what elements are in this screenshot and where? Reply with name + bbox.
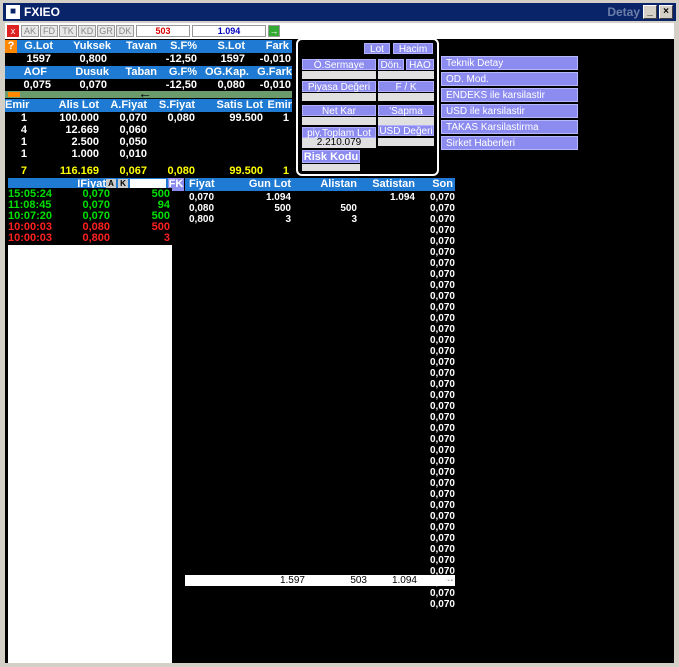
info-popup: Lot Hacim Ö.Sermaye Dön. HAO Piyasa Değe… bbox=[296, 38, 439, 176]
son-value: 0,070 bbox=[429, 401, 455, 412]
app-icon: ■ bbox=[6, 5, 20, 19]
minimize-button[interactable]: _ bbox=[643, 5, 657, 19]
son-value: 0,070 bbox=[429, 280, 455, 291]
don-button[interactable]: Dön. bbox=[378, 59, 404, 71]
trade-row: 10:00:03 0,800 3 bbox=[8, 232, 170, 244]
tab-fd[interactable]: FD bbox=[40, 25, 58, 37]
son-value: 0,070 bbox=[429, 335, 455, 346]
son-value: 0,070 bbox=[429, 544, 455, 555]
son-value: 0,070 bbox=[429, 203, 455, 214]
book-header: Fiyat Gun Lot Alistan Satistan Son bbox=[185, 178, 455, 191]
son-value: 0,070 bbox=[429, 247, 455, 258]
col-glot: G.Lot bbox=[24, 40, 53, 52]
son-value: 0,070 bbox=[429, 192, 455, 203]
son-value: 0,070 bbox=[429, 423, 455, 434]
son-value: 0,070 bbox=[429, 577, 455, 588]
trades-list: 15:05:24 0,070 500 11:08:45 0,070 94 10:07:20 0… bbox=[8, 188, 172, 663]
lot-field[interactable]: 503 bbox=[136, 25, 190, 37]
close-icon[interactable]: x bbox=[7, 25, 19, 37]
book-row: 0,080 500 500 bbox=[189, 203, 357, 214]
toolbar: x AK FD TK KD GR DK 503 1.094 → bbox=[5, 23, 674, 39]
menu-item[interactable]: Teknik Detay bbox=[441, 56, 578, 70]
col-tavan: Tavan bbox=[126, 40, 157, 52]
son-value: 0,070 bbox=[429, 511, 455, 522]
son-value: 0,070 bbox=[429, 489, 455, 500]
son-value: 0,070 bbox=[429, 434, 455, 445]
o-sermaye-button[interactable]: Ö.Sermaye bbox=[302, 59, 376, 71]
menu-item[interactable]: USD ile karsilastir bbox=[441, 104, 578, 118]
son-value: 0,070 bbox=[429, 588, 455, 599]
order-row: 1 2.500 0,050 bbox=[20, 136, 147, 148]
son-value: 0,070 bbox=[429, 500, 455, 511]
son-value: 0,070 bbox=[429, 445, 455, 456]
son-value: 0,070 bbox=[429, 291, 455, 302]
usd-degeri-button[interactable]: USD Değeri bbox=[378, 125, 434, 137]
menu-item[interactable]: TAKAS Karsilastirma bbox=[441, 120, 578, 134]
son-value: 0,070 bbox=[429, 368, 455, 379]
summary-header-1: ? G.Lot Yuksek Tavan S.F% S.Lot Fark bbox=[5, 40, 292, 53]
son-value: 0,070 bbox=[429, 357, 455, 368]
col-sf: S.F% bbox=[170, 40, 197, 52]
son-value: 0,070 bbox=[429, 346, 455, 357]
arrow-left-icon: ← bbox=[138, 85, 152, 101]
lot-button[interactable]: Lot bbox=[364, 43, 390, 55]
tab-dk[interactable]: DK bbox=[116, 25, 134, 37]
son-value: 0,070 bbox=[429, 302, 455, 313]
order-header: Emir Alis Lot A.Fiyat S.Fiyat Satis Lot … bbox=[5, 99, 292, 112]
son-value: 0,070 bbox=[429, 390, 455, 401]
son-value: 0,070 bbox=[429, 555, 455, 566]
risk-kodu-button[interactable]: Risk Kodu bbox=[302, 150, 360, 163]
sapma-button[interactable]: 'Sapma bbox=[378, 105, 434, 117]
book-row: 0,070 1.094 1.094 bbox=[189, 192, 415, 203]
son-value: 0,070 bbox=[429, 313, 455, 324]
tab-tk[interactable]: TK bbox=[59, 25, 77, 37]
piy-toplam-value: 2.210.079 bbox=[302, 138, 376, 148]
son-value: 0,070 bbox=[429, 269, 455, 280]
son-value: 0,070 bbox=[429, 456, 455, 467]
son-value: 0,070 bbox=[429, 236, 455, 247]
piyasa-degeri-button[interactable]: Piyasa Değeri bbox=[302, 81, 376, 93]
tab-gr[interactable]: GR bbox=[97, 25, 115, 37]
book-row: 0,800 3 3 bbox=[189, 214, 357, 225]
net-kar-button[interactable]: Net Kar bbox=[302, 105, 376, 117]
summary-header-2: AOF Dusuk Taban G.F% OG.Kap. G.Fark bbox=[5, 66, 292, 79]
col-yuksek: Yuksek bbox=[73, 40, 111, 52]
son-value: 0,070 bbox=[429, 412, 455, 423]
son-value: 0,070 bbox=[429, 258, 455, 269]
tab-kd[interactable]: KD bbox=[78, 25, 96, 37]
son-value: 0,070 bbox=[429, 324, 455, 335]
title-bar: ■ FXIEO Detay _ × bbox=[3, 3, 676, 21]
price-field[interactable]: 1.094 bbox=[192, 25, 266, 37]
tab-ak[interactable]: AK bbox=[21, 25, 39, 37]
son-value: 0,070 bbox=[429, 522, 455, 533]
son-value: 0,070 bbox=[429, 379, 455, 390]
depth-bar: ← bbox=[5, 86, 292, 100]
menu-item[interactable]: ENDEKS ile karsilastir bbox=[441, 88, 578, 102]
order-row: 1 100.000 0,070 0,080 99.500 1 bbox=[20, 112, 289, 124]
main-panel: x AK FD TK KD GR DK 503 1.094 → ? G.Lot … bbox=[5, 23, 674, 663]
summary-row-1: 1597 0,800 -12,50 1597 -0,010 bbox=[26, 53, 291, 65]
menu-item[interactable]: Sirket Haberleri bbox=[441, 136, 578, 150]
son-value: 0,070 bbox=[429, 225, 455, 236]
fk-button[interactable]: F / K bbox=[378, 81, 434, 93]
hao-button[interactable]: HAO bbox=[406, 59, 434, 71]
son-value: 0,070 bbox=[429, 214, 455, 225]
book-total-row: 1.597 503 1.094 -- bbox=[185, 575, 455, 586]
order-row: 1 1.000 0,010 bbox=[20, 148, 147, 160]
order-total-row: 7 116.169 0,067 0,080 99.500 1 bbox=[20, 165, 289, 177]
window-subtitle: Detay bbox=[607, 5, 640, 19]
window-title: FXIEO bbox=[24, 5, 61, 19]
col-slot: S.Lot bbox=[217, 40, 246, 52]
menu-item[interactable]: OD. Mod. bbox=[441, 72, 578, 86]
hacim-button[interactable]: Hacim bbox=[393, 43, 433, 55]
order-row: 4 12.669 0,060 bbox=[20, 124, 147, 136]
close-window-button[interactable]: × bbox=[659, 5, 673, 19]
son-value: 0,070 bbox=[429, 467, 455, 478]
son-value: 0,070 bbox=[429, 533, 455, 544]
go-button[interactable]: → bbox=[268, 25, 280, 37]
col-fark: Fark bbox=[265, 40, 289, 52]
son-value: 0,070 bbox=[429, 599, 455, 610]
son-value: 0,070 bbox=[429, 566, 455, 577]
son-value: 0,070 bbox=[429, 478, 455, 489]
